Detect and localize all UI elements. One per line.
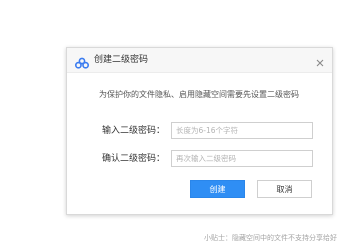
dialog-title: 创建二级密码 (94, 55, 149, 65)
dialog-titlebar: 创建二级密码 (67, 48, 332, 73)
confirm-password-label: 确认二级密码： (102, 154, 166, 164)
close-icon[interactable] (314, 54, 326, 67)
dialog-description: 为保护你的文件隐私、启用隐藏空间需要先设置二级密码 (99, 90, 299, 99)
password-field[interactable] (171, 122, 313, 139)
create-button[interactable]: 创建 (190, 180, 245, 198)
cancel-button[interactable]: 取消 (257, 180, 312, 198)
footer-tip: 小贴士：隐藏空间中的文件不支持分享给好 (204, 234, 337, 242)
confirm-password-field[interactable] (171, 150, 313, 167)
baidu-netdisk-cloud-icon (75, 54, 89, 69)
create-password-dialog: 创建二级密码 为保护你的文件隐私、启用隐藏空间需要先设置二级密码 输入二级密码：… (66, 47, 333, 215)
password-label: 输入二级密码： (102, 126, 166, 136)
